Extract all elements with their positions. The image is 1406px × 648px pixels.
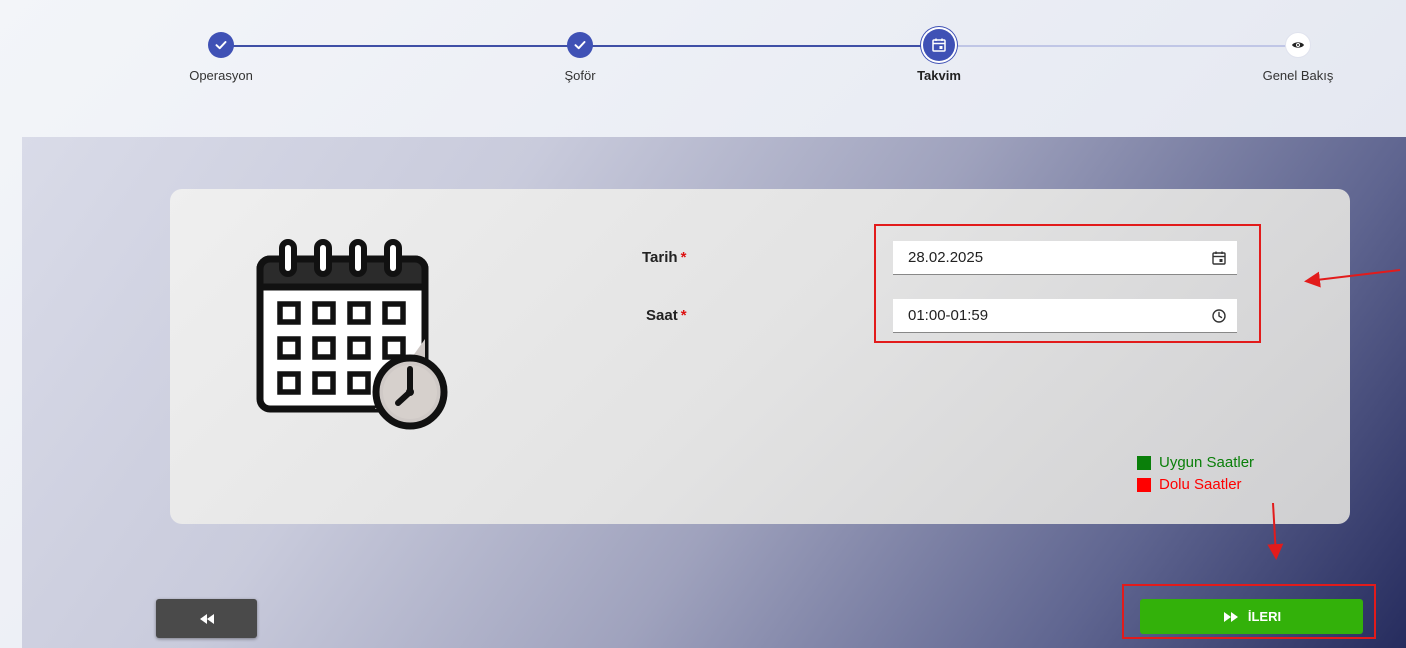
- legend-available-label: Uygun Saatler: [1159, 454, 1255, 471]
- calendar-icon: [932, 38, 946, 52]
- step-genel-bakis-node[interactable]: [1285, 32, 1311, 58]
- back-button[interactable]: [156, 599, 257, 638]
- step-label-genel-bakis: Genel Bakış: [1262, 68, 1334, 83]
- legend-busy-swatch: [1137, 477, 1151, 492]
- time-label: Saat *: [646, 307, 687, 324]
- step-connector: [221, 45, 580, 47]
- time-label-text: Saat: [646, 307, 678, 324]
- legend-available: Uygun Saatler: [1137, 454, 1254, 471]
- main-panel: Tarih * 28.02.2025 Saat * 01:00-01:59 Uy…: [22, 137, 1406, 648]
- step-takvim-node[interactable]: [923, 29, 955, 61]
- date-label-text: Tarih: [642, 249, 678, 266]
- next-button-highlight-box: [1122, 584, 1376, 639]
- required-mark: *: [680, 307, 687, 324]
- legend-busy: Dolu Saatler: [1137, 476, 1242, 493]
- step-operasyon-node[interactable]: [208, 32, 234, 58]
- step-connector: [580, 45, 939, 47]
- stepper: Operasyon Şoför Takvim Genel Bakış: [0, 0, 1406, 137]
- step-label-takvim: Takvim: [917, 68, 961, 83]
- eye-icon: [1292, 42, 1304, 48]
- step-sofor-node[interactable]: [567, 32, 593, 58]
- fields-highlight-box: [874, 224, 1261, 343]
- step-label-sofor: Şoför: [564, 68, 596, 83]
- required-mark: *: [680, 249, 687, 266]
- date-label: Tarih *: [642, 249, 686, 266]
- step-connector: [939, 45, 1298, 47]
- rewind-icon: [199, 613, 214, 624]
- calendar-clock-illustration-icon: [256, 239, 448, 430]
- step-label-operasyon: Operasyon: [189, 68, 253, 83]
- legend-available-swatch: [1137, 455, 1151, 470]
- legend-busy-label: Dolu Saatler: [1159, 476, 1242, 493]
- check-icon: [215, 41, 227, 50]
- check-icon: [574, 41, 586, 50]
